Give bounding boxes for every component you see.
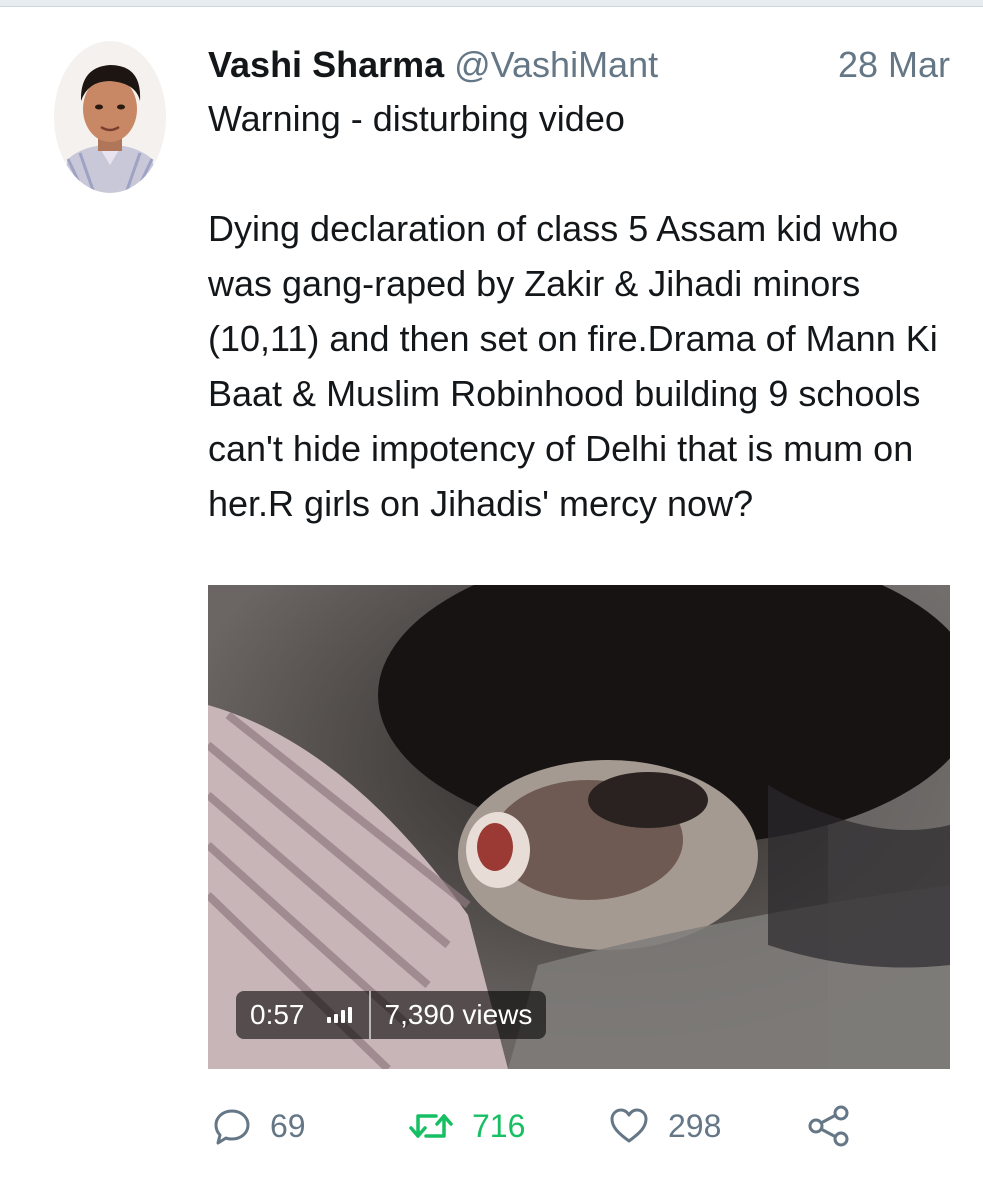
retweet-icon bbox=[408, 1106, 454, 1146]
display-name[interactable]: Vashi Sharma bbox=[208, 44, 444, 85]
like-button[interactable]: 298 bbox=[608, 1103, 721, 1149]
retweet-count: 716 bbox=[472, 1107, 526, 1144]
top-divider bbox=[0, 0, 983, 7]
tweet-header: Vashi Sharma @VashiMant 28 Mar bbox=[208, 43, 950, 87]
video-duration: 0:57 bbox=[250, 999, 305, 1030]
reply-count: 69 bbox=[270, 1107, 306, 1144]
tweet-warning-line: Warning - disturbing video bbox=[208, 98, 625, 139]
tweet-body: Dying declaration of class 5 Assam kid w… bbox=[208, 208, 938, 524]
share-icon bbox=[806, 1104, 852, 1148]
share-button[interactable] bbox=[806, 1103, 870, 1149]
video-views: 7,390 views bbox=[384, 999, 533, 1030]
reply-button[interactable]: 69 bbox=[212, 1103, 306, 1149]
heart-icon bbox=[608, 1106, 650, 1146]
tweet-text: Warning - disturbing video Dying declara… bbox=[208, 91, 950, 531]
avatar[interactable] bbox=[54, 41, 166, 193]
reply-icon bbox=[212, 1106, 252, 1146]
like-count: 298 bbox=[668, 1107, 722, 1144]
signal-bars-icon bbox=[326, 1007, 355, 1023]
tweet-card[interactable]: Vashi Sharma @VashiMant 28 Mar Warning - … bbox=[0, 7, 983, 1200]
retweet-button[interactable]: 716 bbox=[408, 1103, 525, 1149]
video-player[interactable]: 0:57 7,390 views bbox=[208, 585, 950, 1069]
video-info-badge: 0:57 7,390 views bbox=[236, 991, 547, 1039]
tweet-timestamp[interactable]: 28 Mar bbox=[838, 43, 950, 87]
tweet-actions: 69 716 298 bbox=[208, 1103, 950, 1149]
user-handle[interactable]: @VashiMant bbox=[454, 44, 658, 85]
